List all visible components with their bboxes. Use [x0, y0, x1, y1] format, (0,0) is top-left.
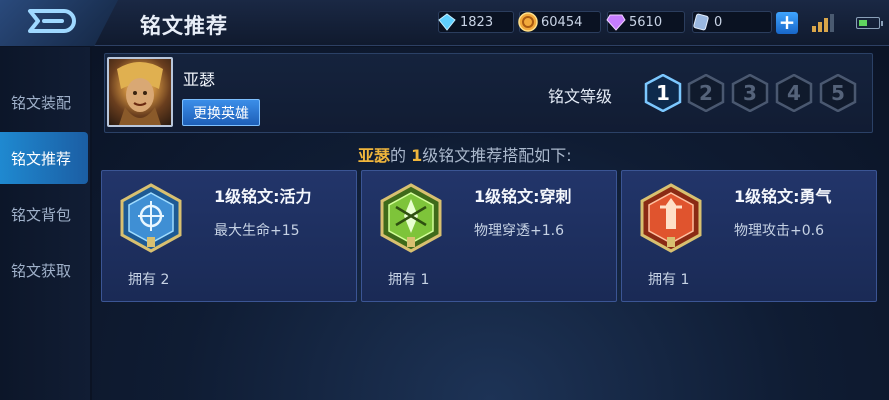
- change-hero-button[interactable]: 更换英雄: [182, 99, 260, 126]
- page-title: 铭文推荐: [140, 14, 228, 38]
- level-number: 4: [787, 81, 801, 105]
- rune-card-courage[interactable]: 1级铭文:勇气 物理攻击+0.6 拥有 1: [621, 170, 877, 302]
- recharge-plus-button[interactable]: +: [776, 12, 798, 34]
- level-5-button[interactable]: 5: [819, 73, 857, 113]
- level-number: 5: [831, 81, 845, 105]
- sidebar-item-bag[interactable]: 铭文背包: [0, 188, 88, 240]
- gold-counter[interactable]: 60454: [518, 11, 601, 33]
- crystal-value: 5610: [629, 14, 663, 30]
- back-arrow-icon: [24, 7, 82, 39]
- recommendation-suffix: 级铭文推荐搭配如下:: [422, 146, 572, 165]
- diamond-value: 1823: [460, 14, 494, 30]
- rune-stat: 最大生命+15: [214, 223, 300, 239]
- rune-stat: 物理攻击+0.6: [734, 223, 824, 239]
- rune-name: 1级铭文:活力: [214, 187, 312, 206]
- crystal-counter[interactable]: 5610: [606, 11, 685, 33]
- sidebar-item-assembly[interactable]: 铭文装配: [0, 76, 88, 128]
- level-number: 2: [699, 81, 713, 105]
- voucher-counter[interactable]: 0: [692, 11, 772, 33]
- rune-stat: 物理穿透+1.6: [474, 223, 564, 239]
- rune-card-pierce[interactable]: 1级铭文:穿刺 物理穿透+1.6 拥有 1: [361, 170, 617, 302]
- rune-name: 1级铭文:穿刺: [474, 187, 572, 206]
- voucher-value: 0: [714, 14, 723, 30]
- hero-name: 亚瑟: [183, 70, 216, 89]
- recommendation-level: 1: [411, 146, 423, 165]
- diamond-icon: [437, 12, 457, 32]
- gold-value: 60454: [541, 14, 583, 30]
- level-3-button[interactable]: 3: [731, 73, 769, 113]
- battery-icon: [856, 17, 883, 29]
- rune-owned: 拥有 1: [388, 272, 430, 288]
- rune-card-vitality[interactable]: 1级铭文:活力 最大生命+15 拥有 2: [101, 170, 357, 302]
- purple-gem-icon: [606, 12, 626, 32]
- sidebar-item-label: 铭文推荐: [11, 149, 72, 168]
- diamond-counter[interactable]: 1823: [438, 11, 514, 33]
- vitality-emblem-icon: [118, 183, 184, 253]
- level-2-button[interactable]: 2: [687, 73, 725, 113]
- hero-avatar[interactable]: [107, 57, 173, 127]
- sidebar-item-label: 铭文装配: [11, 93, 72, 112]
- rune-name: 1级铭文:勇气: [734, 187, 832, 206]
- recommendation-text: 亚瑟的 1级铭文推荐搭配如下:: [358, 142, 572, 166]
- level-label: 铭文等级: [548, 87, 613, 106]
- gold-coin-icon: [518, 12, 538, 32]
- courage-emblem-icon: [638, 183, 704, 253]
- rune-owned: 拥有 1: [648, 272, 690, 288]
- sidebar-item-label: 铭文背包: [11, 205, 72, 224]
- recommendation-hero: 亚瑟: [358, 146, 391, 165]
- level-1-button[interactable]: 1: [644, 73, 682, 113]
- voucher-icon: [691, 12, 711, 32]
- rune-owned: 拥有 2: [128, 272, 170, 288]
- sidebar-item-label: 铭文获取: [11, 261, 72, 280]
- level-4-button[interactable]: 4: [775, 73, 813, 113]
- recommendation-middle: 的: [390, 146, 407, 165]
- pierce-emblem-icon: [378, 183, 444, 253]
- level-number: 3: [743, 81, 757, 105]
- signal-icon: [812, 14, 834, 32]
- level-number: 1: [656, 81, 670, 105]
- sidebar-item-obtain[interactable]: 铭文获取: [0, 244, 88, 296]
- sidebar-item-recommend[interactable]: 铭文推荐: [0, 132, 88, 184]
